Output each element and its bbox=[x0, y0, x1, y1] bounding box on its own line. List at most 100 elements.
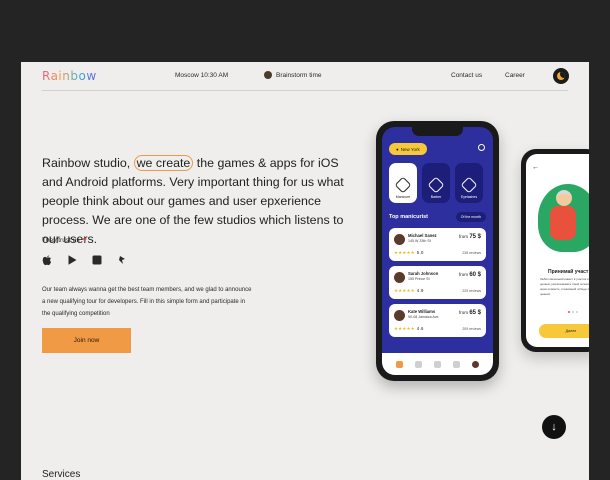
illustration-figure bbox=[550, 206, 576, 240]
price-value: 65 $ bbox=[469, 310, 481, 316]
square-icon bbox=[92, 255, 102, 265]
price: from 65 $ bbox=[459, 310, 481, 316]
manicurist-address: 145 W 33th St bbox=[408, 239, 431, 243]
next-button[interactable]: Далее bbox=[539, 324, 589, 338]
rating-value: 4.6 bbox=[416, 326, 424, 331]
scissors-icon bbox=[427, 176, 445, 194]
category-eyelashes[interactable]: Eyelashes bbox=[455, 163, 483, 203]
eyelash-icon bbox=[460, 176, 478, 194]
category-manicure[interactable]: Manicure bbox=[389, 163, 417, 203]
dot bbox=[576, 311, 578, 313]
category-label: Manicure bbox=[395, 195, 411, 199]
onboarding-title: Принимай участ bbox=[548, 269, 589, 275]
calendar-icon[interactable] bbox=[415, 360, 422, 368]
star-icons: ★★★★★ bbox=[394, 250, 415, 255]
scroll-down-button[interactable]: ↓ bbox=[542, 415, 566, 439]
rating-value: 5.0 bbox=[416, 250, 424, 255]
brainstorm-time: Brainstorm time bbox=[264, 71, 322, 79]
manicurist-name: Kate Williams bbox=[408, 309, 436, 314]
manicurist-card[interactable]: Sarah Johnson 155 Prince St from 60 $ ★★… bbox=[389, 266, 486, 299]
illustration-head bbox=[556, 190, 572, 206]
contact-link[interactable]: Contact us bbox=[451, 72, 482, 79]
avatar bbox=[394, 272, 405, 283]
review-count: 209 reviews bbox=[462, 327, 481, 331]
services-heading: Services bbox=[42, 469, 81, 480]
dot bbox=[568, 311, 570, 313]
arrow-down-icon: ↓ bbox=[551, 421, 557, 433]
join-now-button[interactable]: Join now bbox=[42, 328, 131, 353]
review-count: 229 reviews bbox=[462, 289, 481, 293]
price-prefix: from bbox=[459, 234, 469, 239]
home-icon[interactable] bbox=[396, 360, 403, 368]
manicurist-card[interactable]: Kate Williams 90-08 Jamaica Ave from 65 … bbox=[389, 304, 486, 337]
price-value: 75 $ bbox=[469, 234, 481, 240]
header-divider bbox=[42, 90, 568, 91]
profile-icon[interactable] bbox=[472, 360, 479, 368]
header: Rainbow Moscow 10:30 AM Brainstorm time … bbox=[21, 62, 589, 90]
local-time: Moscow 10:30 AM bbox=[175, 72, 229, 79]
manicurist-address: 90-08 Jamaica Ave bbox=[408, 315, 439, 319]
top-manicurist-title: Top manicurist bbox=[389, 214, 429, 220]
category-row: Manicure Barber Eyelashes bbox=[389, 163, 483, 203]
heart-icon: ♥ bbox=[82, 237, 87, 244]
manicure-icon bbox=[394, 176, 412, 194]
manicurist-card[interactable]: Michael Sanez 145 W 33th St from 75 $ ★★… bbox=[389, 228, 486, 261]
avatar bbox=[394, 234, 405, 245]
star-icons: ★★★★★ bbox=[394, 326, 415, 331]
price-prefix: from bbox=[459, 310, 469, 315]
theme-toggle-button[interactable] bbox=[553, 68, 569, 84]
category-barber[interactable]: Barber bbox=[422, 163, 450, 203]
category-label: Eyelashes bbox=[460, 195, 478, 199]
price-value: 60 $ bbox=[469, 272, 481, 278]
onboarding-text: Любил маленький инвест в участие в проек… bbox=[540, 277, 589, 296]
manicurist-name: Michael Sanez bbox=[408, 233, 437, 238]
logo[interactable]: Rainbow bbox=[42, 69, 97, 83]
location-label: New York bbox=[400, 146, 420, 152]
pagination-dots bbox=[568, 311, 578, 313]
search-icon[interactable] bbox=[478, 144, 485, 151]
chat-icon[interactable] bbox=[434, 360, 441, 368]
page-frame: Rainbow Moscow 10:30 AM Brainstorm time … bbox=[21, 62, 589, 480]
star-icon[interactable] bbox=[453, 360, 460, 368]
second-phone-mockup: ← Принимай участ Любил маленький инвест … bbox=[521, 149, 589, 352]
bird-icon bbox=[117, 255, 127, 265]
manicurist-name: Sarah Johnson bbox=[408, 271, 439, 276]
rating: ★★★★★ 4.6 bbox=[394, 326, 424, 332]
location-chip[interactable]: ● New York bbox=[389, 143, 427, 155]
price: from 75 $ bbox=[459, 234, 481, 240]
avatar bbox=[394, 310, 405, 321]
phone-notch bbox=[412, 127, 463, 136]
star-icons: ★★★★★ bbox=[394, 288, 415, 293]
brainstorm-label: Brainstorm time bbox=[276, 71, 322, 79]
category-label: Barber bbox=[430, 195, 442, 199]
second-phone-screen: ← Принимай участ Любил маленький инвест … bbox=[526, 154, 589, 347]
back-arrow-icon[interactable]: ← bbox=[532, 164, 539, 171]
price: from 60 $ bbox=[459, 272, 481, 278]
career-link[interactable]: Career bbox=[505, 72, 525, 79]
moon-icon bbox=[557, 72, 565, 80]
hero-text-start: Rainbow studio, bbox=[42, 156, 134, 170]
rating-value: 4.9 bbox=[416, 288, 424, 293]
hero-text: Rainbow studio, we create the games & ap… bbox=[42, 154, 347, 249]
brand-icons bbox=[42, 254, 127, 265]
phone-mockup: ● New York Manicure Barber Eyelashes Top… bbox=[376, 121, 499, 381]
trust-text: They trust us bbox=[42, 237, 80, 244]
month-filter-label: Of the month bbox=[460, 215, 481, 219]
logo-text: Rainbow bbox=[42, 69, 97, 83]
month-filter[interactable]: Of the month bbox=[455, 212, 486, 222]
hero-highlight: we create bbox=[133, 155, 194, 171]
rating: ★★★★★ 5.0 bbox=[394, 250, 424, 256]
google-play-icon bbox=[67, 255, 77, 265]
pin-icon: ● bbox=[396, 146, 399, 152]
apple-icon bbox=[42, 254, 52, 265]
phone-screen: ● New York Manicure Barber Eyelashes Top… bbox=[382, 127, 493, 375]
price-prefix: from bbox=[459, 272, 469, 277]
rating: ★★★★★ 4.9 bbox=[394, 288, 424, 294]
trust-label: They trust us ♥ bbox=[42, 237, 87, 244]
brain-icon bbox=[264, 71, 272, 79]
phone-tab-bar bbox=[382, 353, 493, 375]
manicurist-address: 155 Prince St bbox=[408, 277, 430, 281]
dot bbox=[572, 311, 574, 313]
review-count: 238 reviews bbox=[462, 251, 481, 255]
team-description: Our team always wanna get the best team … bbox=[42, 287, 252, 317]
